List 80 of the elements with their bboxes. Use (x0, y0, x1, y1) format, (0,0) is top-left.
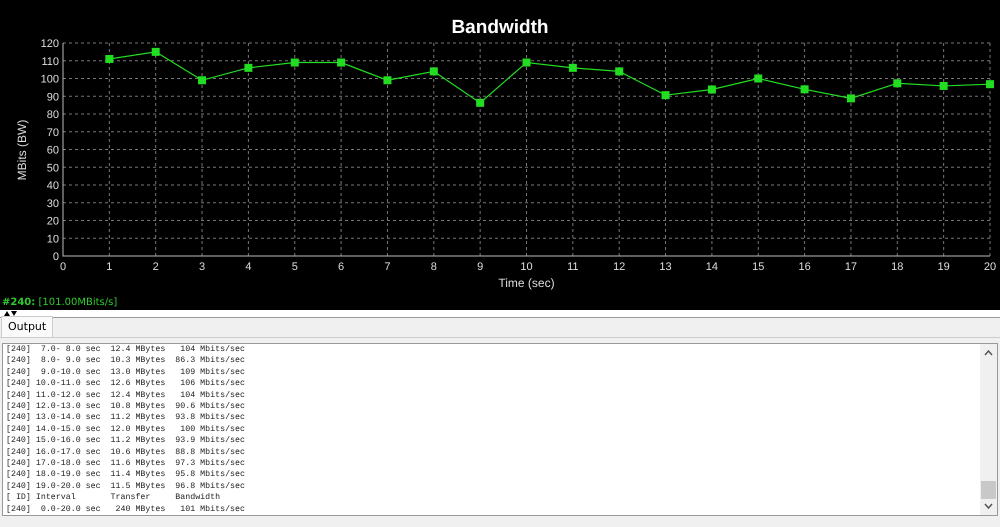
data-point (476, 98, 484, 107)
x-tick-label: 13 (659, 261, 672, 273)
y-tick-label: 10 (46, 233, 59, 246)
x-tick-label: 9 (477, 261, 484, 273)
log-line: [240] 14.0-15.0 sec 12.0 MBytes 100 Mbits/sec (6, 424, 246, 436)
data-point (940, 82, 948, 90)
y-tick-label: 40 (46, 180, 59, 192)
data-point (568, 64, 577, 72)
y-tick-label: 90 (46, 91, 59, 104)
scroll-down-icon[interactable] (984, 503, 993, 509)
log-line: [240] 12.0-13.0 sec 10.8 MBytes 90.6 Mbits/sec (6, 401, 246, 412)
data-point (846, 94, 855, 102)
y-tick-label: 20 (46, 216, 59, 228)
y-axis-label: MBits (BW) (15, 120, 29, 180)
x-tick-label: 15 (752, 261, 764, 273)
x-tick-label: 11 (567, 261, 579, 273)
y-tick-label: 110 (41, 56, 59, 68)
x-tick-label: 12 (613, 261, 626, 273)
x-tick-label: 7 (384, 261, 391, 273)
log-line: [240] 8.0- 9.0 sec 10.3 MBytes 86.3 Mbits/sec (6, 355, 246, 367)
x-tick-label: 1 (106, 261, 112, 273)
data-point (708, 86, 716, 94)
x-tick-label: 4 (245, 261, 252, 273)
x-tick-label: 16 (798, 261, 811, 273)
scroll-up-icon[interactable] (984, 350, 993, 356)
log-line: [240] 15.0-16.0 sec 11.2 MBytes 93.9 Mbits/sec (6, 435, 246, 447)
y-tick-label: 80 (46, 109, 59, 121)
y-tick-label: 30 (46, 198, 59, 210)
data-point (522, 58, 530, 67)
x-tick-label: 17 (844, 261, 858, 273)
log-line: [240] 7.0- 8.0 sec 12.4 MBytes 104 Mbits/sec (6, 344, 246, 356)
data-point (615, 67, 624, 76)
y-tick-label: 120 (40, 38, 59, 50)
data-point (986, 80, 994, 88)
log-line: [240] 18.0-19.0 sec 11.4 MBytes 95.8 Mbits/sec (6, 469, 246, 481)
x-tick-label: 14 (706, 261, 718, 273)
data-point (105, 54, 114, 63)
data-point (383, 76, 392, 84)
data-point (430, 67, 438, 76)
scroll-thumb[interactable] (981, 481, 996, 499)
log-line: [240] 10.0-11.0 sec 12.6 MBytes 106 Mbits/sec (6, 378, 246, 390)
y-tick-label: 0 (52, 251, 59, 263)
chart-title: Bandwidth (451, 17, 549, 38)
y-tick-label: 50 (46, 162, 59, 174)
data-point (800, 85, 809, 94)
data-point (662, 91, 670, 100)
x-tick-label: 10 (520, 261, 533, 273)
log-line: [240] 9.0-10.0 sec 13.0 MBytes 109 Mbits/sec (6, 366, 246, 378)
output-tab[interactable]: Output (1, 316, 54, 337)
x-tick-label: 0 (60, 261, 66, 273)
x-tick-label: 8 (430, 261, 437, 273)
x-axis-label: Time (sec) (498, 276, 555, 290)
x-tick-label: 19 (938, 261, 950, 273)
log-line: [240] 0.0-20.0 sec 240 MBytes 101 Mbits/sec (6, 504, 246, 515)
y-tick-label: 100 (40, 74, 59, 86)
stream-label: #240: (2, 297, 36, 308)
x-tick-label: 20 (984, 261, 996, 273)
splitter-arrows-icon[interactable] (4, 310, 17, 316)
log-line: [240] 17.0-18.0 sec 11.6 MBytes 97.3 Mbits/sec (6, 458, 246, 470)
log-line: [ ID] Interval Transfer Bandwidth (6, 492, 222, 504)
log-line: [240] 19.0-20.0 sec 11.5 MBytes 96.8 Mbits/sec (6, 480, 246, 492)
scrollbar[interactable] (980, 344, 997, 515)
log-line: [240] 16.0-17.0 sec 10.6 MBytes 88.8 Mbits/sec (6, 446, 246, 458)
y-tick-label: 70 (46, 126, 59, 139)
data-point (290, 58, 299, 67)
data-point (754, 74, 762, 82)
data-point (337, 58, 346, 67)
log-line: [240] 13.0-14.0 sec 11.2 MBytes 93.8 Mbits/sec (6, 412, 246, 424)
data-point (198, 76, 206, 84)
x-tick-label: 5 (292, 261, 298, 273)
x-tick-label: 3 (199, 261, 206, 273)
y-tick-label: 60 (46, 144, 59, 156)
data-point (893, 79, 902, 88)
x-tick-label: 6 (338, 261, 344, 273)
log-line: [240] 11.0-12.0 sec 12.4 MBytes 104 Mbits/sec (6, 390, 246, 402)
data-point (244, 64, 252, 72)
x-tick-label: 18 (891, 261, 904, 273)
data-point (152, 48, 160, 56)
x-tick-label: 2 (152, 261, 159, 273)
bandwidth-reading: [101.00MBits/s] (38, 297, 118, 308)
